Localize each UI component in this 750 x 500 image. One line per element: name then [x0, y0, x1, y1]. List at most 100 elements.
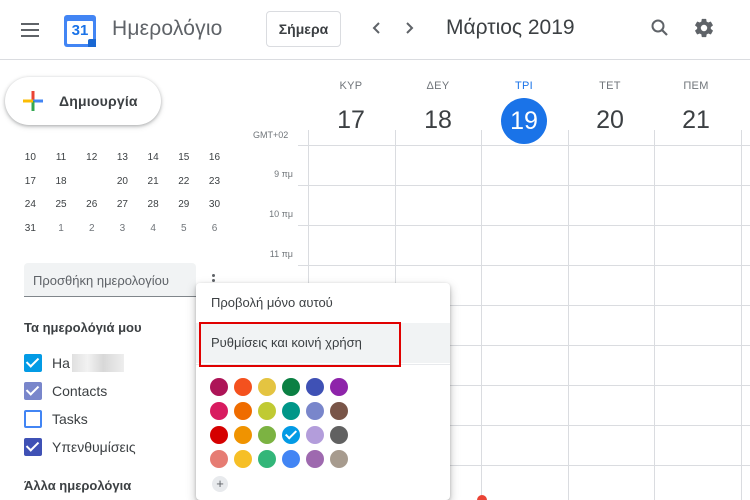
color-swatch[interactable] — [330, 402, 348, 420]
color-swatch[interactable] — [258, 450, 276, 468]
day-number-text: 20 — [596, 106, 624, 134]
mini-calendar-day[interactable]: 28 — [138, 193, 169, 216]
mini-calendar-day[interactable]: 21 — [138, 170, 169, 193]
mini-calendar-day-number: 17 — [24, 175, 36, 187]
calendar-list-item[interactable]: Tasks — [24, 409, 88, 429]
mini-calendar-day[interactable]: 30 — [199, 193, 230, 216]
calendar-checkbox[interactable] — [24, 438, 42, 456]
color-swatch[interactable] — [234, 426, 252, 444]
mini-calendar-day[interactable]: 16 — [199, 146, 230, 169]
mini-calendar-day[interactable]: 3 — [107, 217, 138, 240]
day-number-text: 17 — [337, 106, 365, 134]
color-swatch[interactable] — [210, 402, 228, 420]
today-button[interactable]: Σήμερα — [266, 11, 341, 47]
calendar-checkbox[interactable] — [24, 354, 42, 372]
search-button[interactable] — [644, 12, 676, 44]
calendar-list-item[interactable]: Ha — [24, 353, 124, 373]
day-column-line — [567, 130, 569, 500]
plus-icon — [23, 91, 43, 111]
other-calendars-title[interactable]: Άλλα ημερολόγια — [24, 478, 131, 493]
day-header[interactable]: ΤΕΤ 20 — [567, 80, 653, 142]
add-custom-color-button[interactable]: + — [212, 476, 228, 492]
color-swatch[interactable] — [306, 378, 324, 396]
mini-calendar-day[interactable]: 13 — [107, 146, 138, 169]
color-swatch[interactable] — [258, 426, 276, 444]
mini-calendar-day[interactable]: 1 — [46, 217, 77, 240]
day-header[interactable]: ΤΡΙ 19 — [481, 80, 567, 144]
day-number[interactable]: 17 — [308, 98, 394, 142]
day-of-week: ΤΡΙ — [514, 80, 533, 92]
calendar-checkbox[interactable] — [24, 410, 42, 428]
color-swatch[interactable] — [258, 402, 276, 420]
next-week-button[interactable] — [395, 14, 423, 42]
mini-calendar-day-number: 12 — [86, 152, 98, 164]
color-swatch[interactable] — [282, 450, 300, 468]
day-header[interactable]: ΠΕΜ 21 — [653, 80, 739, 142]
my-calendars-title[interactable]: Τα ημερολόγιά μου — [24, 320, 142, 335]
mini-calendar-day[interactable]: 11 — [46, 146, 77, 169]
mini-calendar-day[interactable]: 4 — [138, 217, 169, 240]
color-swatch[interactable] — [234, 450, 252, 468]
timezone-label: GMT+02 — [253, 130, 289, 140]
mini-calendar-day[interactable]: 2 — [76, 217, 107, 240]
mini-calendar-day-number: 11 — [55, 152, 67, 164]
settings-button[interactable] — [688, 12, 720, 44]
color-swatch[interactable] — [306, 426, 324, 444]
mini-calendar-day[interactable]: 6 — [199, 217, 230, 240]
mini-calendar-day-number: 16 — [208, 152, 221, 164]
mini-calendar-day-number: 30 — [208, 199, 221, 211]
mini-calendar-day[interactable]: 26 — [76, 193, 107, 216]
mini-calendar-day[interactable]: 15 — [168, 146, 199, 169]
color-swatch[interactable] — [282, 378, 300, 396]
day-of-week: ΚΥΡ — [339, 80, 363, 92]
color-swatch[interactable] — [330, 426, 348, 444]
mini-calendar-day[interactable]: 25 — [46, 193, 77, 216]
view-only-this-menu-item[interactable]: Προβολή μόνο αυτού — [196, 283, 450, 323]
color-swatch[interactable] — [330, 450, 348, 468]
color-swatch[interactable] — [258, 378, 276, 396]
mini-calendar-day[interactable]: 14 — [138, 146, 169, 169]
color-swatch[interactable] — [234, 378, 252, 396]
color-swatch[interactable] — [210, 450, 228, 468]
day-number[interactable]: 21 — [653, 98, 739, 142]
previous-week-button[interactable] — [363, 14, 391, 42]
mini-calendar-day[interactable]: 29 — [168, 193, 199, 216]
calendar-checkbox[interactable] — [24, 382, 42, 400]
color-swatch[interactable] — [282, 402, 300, 420]
mini-calendar-day[interactable]: 17 — [15, 170, 46, 193]
calendar-list-item[interactable]: Υπενθυμίσεις — [24, 437, 136, 457]
color-swatch[interactable] — [234, 402, 252, 420]
calendar-list-item[interactable]: Contacts — [24, 381, 107, 401]
mini-calendar-day[interactable]: 20 — [107, 170, 138, 193]
color-swatch[interactable] — [330, 378, 348, 396]
mini-calendar-day[interactable]: 23 — [199, 170, 230, 193]
mini-calendar-day[interactable]: 19 — [76, 169, 107, 193]
mini-calendar-day[interactable]: 5 — [168, 217, 199, 240]
color-swatch[interactable] — [306, 450, 324, 468]
mini-calendar-day[interactable]: 31 — [15, 217, 46, 240]
color-swatch[interactable] — [210, 378, 228, 396]
mini-calendar-day-number: 10 — [24, 152, 36, 164]
mini-calendar-day-number: 2 — [88, 222, 95, 234]
mini-calendar-day-number: 26 — [86, 199, 98, 211]
app-title: Ημερολόγιο — [112, 17, 223, 40]
day-number[interactable]: 19 — [481, 98, 567, 144]
color-swatch[interactable] — [306, 402, 324, 420]
main-menu-button[interactable] — [10, 12, 50, 48]
day-column-line — [654, 130, 655, 500]
color-swatch[interactable] — [282, 426, 300, 444]
mini-calendar-day[interactable]: 27 — [107, 193, 138, 216]
mini-calendar-day-number: 3 — [119, 222, 126, 234]
mini-calendar-day[interactable]: 10 — [15, 146, 46, 169]
mini-calendar-day[interactable]: 24 — [15, 193, 46, 216]
mini-calendar-day[interactable]: 22 — [168, 170, 199, 193]
day-header[interactable]: ΔΕΥ 18 — [395, 80, 481, 142]
color-swatch[interactable] — [210, 426, 228, 444]
mini-calendar-day[interactable]: 12 — [76, 146, 107, 169]
add-calendar-input[interactable]: Προσθήκη ημερολογίου — [24, 263, 196, 297]
create-event-button[interactable]: Δημιουργία — [5, 77, 161, 125]
day-number[interactable]: 20 — [567, 98, 653, 142]
day-number[interactable]: 18 — [395, 98, 481, 142]
mini-calendar-day[interactable]: 18 — [46, 170, 77, 193]
day-header[interactable]: ΚΥΡ 17 — [308, 80, 394, 142]
